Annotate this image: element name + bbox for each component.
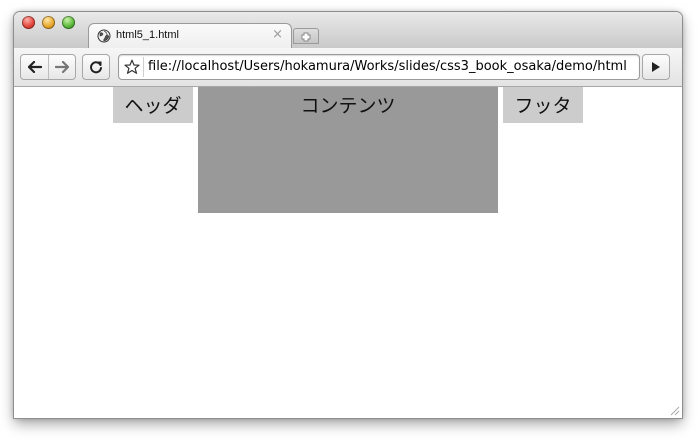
header-label: ヘッダ <box>124 95 182 117</box>
go-button[interactable] <box>642 54 670 80</box>
toolbar: file://localhost/Users/hokamura/Works/sl… <box>14 48 682 87</box>
header-box: ヘッダ <box>113 87 193 123</box>
footer-box: フッタ <box>503 87 583 123</box>
reload-icon <box>90 61 102 74</box>
arrow-right-icon <box>54 61 69 73</box>
bookmark-button[interactable] <box>121 57 144 77</box>
browser-window: html5_1.html × file://localhost/Users/ho… <box>14 12 682 418</box>
star-icon <box>124 59 140 74</box>
back-button[interactable] <box>21 55 49 79</box>
content-box: コンテンツ <box>198 87 498 213</box>
resize-grip-icon[interactable] <box>670 406 680 416</box>
page-viewport: ヘッダ コンテンツ フッタ <box>14 87 682 418</box>
reload-button[interactable] <box>82 54 110 80</box>
title-bar: html5_1.html × <box>14 12 682 50</box>
tab-html5-1[interactable]: html5_1.html × <box>88 23 292 50</box>
footer-label: フッタ <box>514 95 572 117</box>
close-window-button[interactable] <box>22 16 35 29</box>
new-tab-button[interactable] <box>293 28 319 44</box>
navigation-buttons <box>20 54 76 80</box>
tab-title: html5_1.html <box>116 29 179 41</box>
zoom-window-button[interactable] <box>62 16 75 29</box>
address-bar[interactable]: file://localhost/Users/hokamura/Works/sl… <box>118 54 640 80</box>
tab-close-icon[interactable]: × <box>272 28 283 42</box>
arrow-left-icon <box>27 61 42 73</box>
content-label: コンテンツ <box>300 95 396 117</box>
plus-icon <box>301 32 311 42</box>
minimize-window-button[interactable] <box>42 16 55 29</box>
play-icon <box>652 62 660 72</box>
globe-icon <box>97 29 111 43</box>
url-text[interactable]: file://localhost/Users/hokamura/Works/sl… <box>148 59 627 74</box>
forward-button[interactable] <box>48 55 75 79</box>
